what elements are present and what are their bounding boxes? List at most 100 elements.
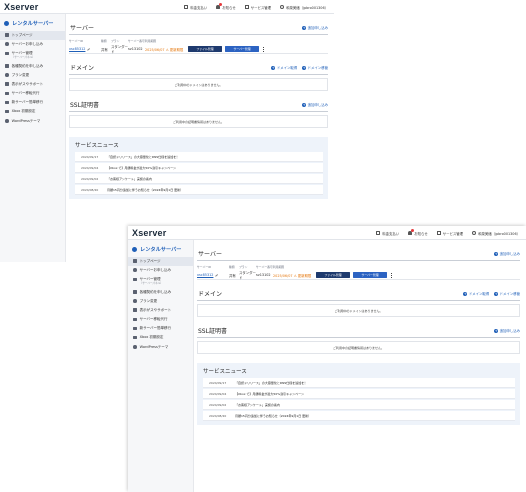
plus-icon: + [463, 291, 468, 296]
sidebar-item-support[interactable]: 表示がスやサポート [128, 306, 193, 315]
grid-icon [244, 5, 249, 9]
domain-acquire-link[interactable]: + ドメイン取得 [463, 291, 489, 296]
bell-icon [408, 229, 415, 235]
wrench-icon [133, 308, 137, 312]
service-news: サービスニュース 2024/09/17 「自訳ドリリース」の大容量化とDNS仕様を… [69, 137, 328, 199]
fees-link[interactable]: 料金支払い [184, 5, 207, 10]
wrench-icon [5, 82, 9, 86]
transfer-icon [5, 91, 9, 96]
sidebar-item-apply[interactable]: サーバーお申し込み [128, 266, 193, 275]
sidebar-item-server-panel[interactable]: サーバー管理 （サーバーパネル） [0, 49, 65, 62]
settings-icon [5, 109, 9, 114]
file-manager-button[interactable]: ファイル管理 [316, 272, 350, 278]
expire-warning: 2025/06/07 ⚠ 更新期限 [273, 273, 312, 278]
list-item[interactable]: 2024/09/17 「自訳ドリリース」の大容量化とDNS仕様を追加を！ [203, 378, 515, 388]
ssl-section-header: SSL証明書 + 追加申し込み [197, 326, 520, 338]
server-id-link[interactable]: xsc85312 [69, 47, 85, 51]
sidebar-item-contracts[interactable]: 各種契約を申し込み [0, 62, 65, 71]
sidebar-item-migration[interactable]: サーバー移転代行 [0, 89, 65, 98]
top-bar: Xserver 料金支払い お知らせ サービス管理 和泉美緒（jpbro0013… [128, 226, 526, 240]
sidebar-item-easy-migration[interactable]: 新サーバー簡単移行 [128, 324, 193, 333]
more-options-icon[interactable] [263, 46, 264, 52]
service-management-link[interactable]: サービス管理 [244, 5, 271, 10]
list-item[interactable]: 2024/09/04 【Xbox で】月額料金が最大50%割引キャンペーン [203, 389, 515, 399]
main-content: サーバー + 追加申し込み サーバーID 種類 プラン サーバー番号 利用期限 x… [69, 14, 334, 262]
list-item[interactable]: 2024/09/02 「お客様アンケート」実施の案内 [203, 400, 515, 410]
sidebar-item-apply[interactable]: サーバーお申し込み [0, 40, 65, 49]
sidebar-item-wordpress[interactable]: WordPressテーマ [128, 343, 193, 352]
sidebar-item-top[interactable]: トップページ [0, 31, 65, 41]
sidebar-heading[interactable]: レンタルサーバー [128, 240, 193, 257]
domain-section-header: ドメイン + ドメイン取得 + ドメイン移管 [69, 63, 328, 75]
sidebar-item-top[interactable]: トップページ [128, 257, 193, 267]
plus-icon: + [271, 65, 276, 70]
edit-icon[interactable] [87, 47, 91, 51]
sidebar-item-initial-setup[interactable]: Xbox 初期設定 [128, 333, 193, 342]
home-icon [133, 259, 137, 263]
server-id-link[interactable]: xsc85312 [197, 273, 213, 277]
list-item[interactable]: 2024/08/20 月額15円分追加に伴うお知らせ（2024年9月1日 更新） [203, 411, 515, 421]
sidebar-item-plan-change[interactable]: プラン変更 [128, 297, 193, 306]
sidebar-item-contracts[interactable]: 各種契約を申し込み [128, 288, 193, 297]
sidebar-item-server-panel[interactable]: サーバー管理 （サーバーパネル） [128, 275, 193, 288]
ssl-section-title: SSL証明書 [70, 102, 99, 109]
xserver-logo[interactable]: Xserver [132, 228, 166, 238]
receipt-icon [376, 231, 381, 235]
refresh-icon [5, 73, 9, 77]
xserver-logo[interactable]: Xserver [4, 2, 38, 12]
server-disc-icon [4, 21, 9, 26]
account-menu[interactable]: 和泉美緒（jpbro001306） [280, 5, 328, 10]
domain-acquire-link[interactable]: + ドメイン取得 [271, 65, 297, 70]
server-table-header: サーバーID 種類 プラン サーバー番号 利用期限 [197, 265, 285, 269]
screenshot-front: Xserver 料金支払い お知らせ サービス管理 和泉美緒（jpbro0013… [128, 226, 526, 492]
fees-link[interactable]: 料金支払い [376, 231, 399, 236]
sidebar-item-plan-change[interactable]: プラン変更 [0, 71, 65, 80]
domain-transfer-link[interactable]: + ドメイン移管 [494, 291, 520, 296]
plus-icon: + [494, 328, 499, 333]
document-icon [133, 290, 137, 294]
wordpress-icon [133, 344, 137, 349]
server-panel-button[interactable]: サーバー管理 [225, 46, 259, 52]
sidebar-item-support[interactable]: 表示がスやサポート [0, 80, 65, 89]
grid-icon [436, 231, 441, 235]
list-item[interactable]: 2024/09/02 「お客様アンケート」実施の案内 [75, 174, 323, 184]
table-row: xsc85312 共有 スタンダード sv13102 2025/06/07 ⚠ … [197, 271, 520, 280]
list-item[interactable]: 2024/08/20 月額15円分追加に伴うお知らせ（2024年9月1日 更新） [75, 185, 323, 195]
server-add-link[interactable]: + 追加申し込み [302, 25, 328, 30]
domain-transfer-link[interactable]: + ドメイン移管 [302, 65, 328, 70]
ssl-add-link[interactable]: + 追加申し込み [494, 328, 520, 333]
edit-icon[interactable] [215, 273, 219, 277]
file-manager-button[interactable]: ファイル管理 [188, 46, 222, 52]
service-news: サービスニュース 2024/09/17 「自訳ドリリース」の大容量化とDNS仕様を… [197, 363, 520, 425]
person-icon [5, 100, 9, 105]
transfer-icon [133, 317, 137, 322]
notifications-link[interactable]: お知らせ [216, 3, 236, 10]
screenshot-back: Xserver 料金支払い お知らせ サービス管理 和泉美緒（jpbro0013… [0, 0, 334, 262]
refresh-icon [133, 299, 137, 303]
account-menu[interactable]: 和泉美緒（jpbro001306） [472, 231, 520, 236]
plus-icon: + [494, 251, 499, 256]
sidebar-item-easy-migration[interactable]: 新サーバー簡単移行 [0, 98, 65, 107]
news-title: サービスニュース [203, 369, 247, 375]
plus-icon: + [302, 65, 307, 70]
list-item[interactable]: 2024/09/04 【Xbox で】月額料金が最大50%割引キャンペーン [75, 163, 323, 173]
sidebar-item-wordpress[interactable]: WordPressテーマ [0, 117, 65, 126]
notifications-link[interactable]: お知らせ [408, 229, 428, 236]
sidebar-item-initial-setup[interactable]: Xbox 初期設定 [0, 107, 65, 116]
service-management-link[interactable]: サービス管理 [436, 231, 463, 236]
bell-icon [216, 3, 223, 9]
server-add-link[interactable]: + 追加申し込み [494, 251, 520, 256]
ssl-add-link[interactable]: + 追加申し込み [302, 102, 328, 107]
plus-circle-icon [133, 268, 137, 273]
plus-circle-icon [5, 42, 9, 47]
server-section-header: サーバー + 追加申し込み [197, 249, 520, 261]
server-section-header: サーバー + 追加申し込み [69, 23, 328, 35]
sidebar-item-migration[interactable]: サーバー移転代行 [128, 315, 193, 324]
top-nav: 料金支払い お知らせ サービス管理 和泉美緒（jpbro001306） [376, 226, 520, 240]
more-options-icon[interactable] [391, 272, 392, 278]
list-item[interactable]: 2024/09/17 「自訳ドリリース」の大容量化とDNS仕様を追加を！ [75, 152, 323, 162]
server-table-header: サーバーID 種類 プラン サーバー番号 利用期限 [69, 39, 157, 43]
sidebar-heading[interactable]: レンタルサーバー [0, 14, 65, 31]
table-row: xsc85312 共有 スタンダード sv13102 2025/06/07 ⚠ … [69, 45, 328, 54]
server-panel-button[interactable]: サーバー管理 [353, 272, 387, 278]
